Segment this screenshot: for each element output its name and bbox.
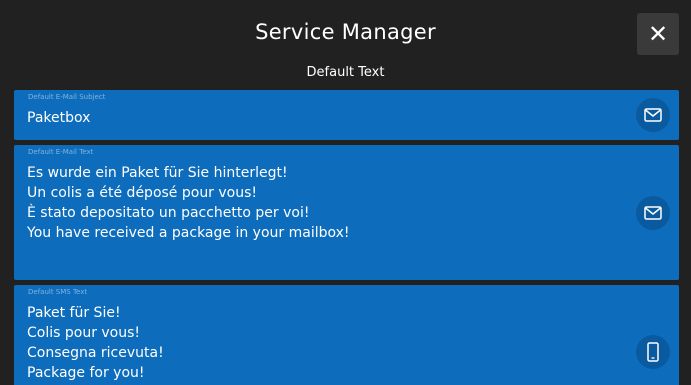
close-button[interactable]: ✕	[637, 13, 679, 55]
sms-text-field[interactable]: Default SMS Text Paket für Sie! Colis po…	[14, 285, 679, 385]
sms-text-label: Default SMS Text	[28, 288, 88, 296]
page-title: Service Manager	[255, 20, 436, 44]
sms-text-value[interactable]: Paket für Sie! Colis pour vous! Consegna…	[27, 303, 164, 383]
section-subtitle: Default Text	[306, 65, 385, 80]
header: Service Manager ✕	[0, 0, 691, 60]
email-text-value[interactable]: Es wurde ein Paket für Sie hinterlegt! U…	[27, 163, 350, 243]
email-text-field[interactable]: Default E-Mail Text Es wurde ein Paket f…	[14, 145, 679, 280]
mail-icon[interactable]	[636, 98, 670, 132]
phone-icon[interactable]	[636, 335, 670, 369]
mail-icon[interactable]	[636, 196, 670, 230]
email-subject-field[interactable]: Default E-Mail Subject Paketbox	[14, 90, 679, 140]
service-manager-screen: Service Manager ✕ Default Text Default E…	[0, 0, 691, 385]
email-subject-label: Default E-Mail Subject	[28, 93, 106, 101]
email-text-label: Default E-Mail Text	[28, 148, 94, 156]
email-subject-value[interactable]: Paketbox	[27, 108, 90, 128]
